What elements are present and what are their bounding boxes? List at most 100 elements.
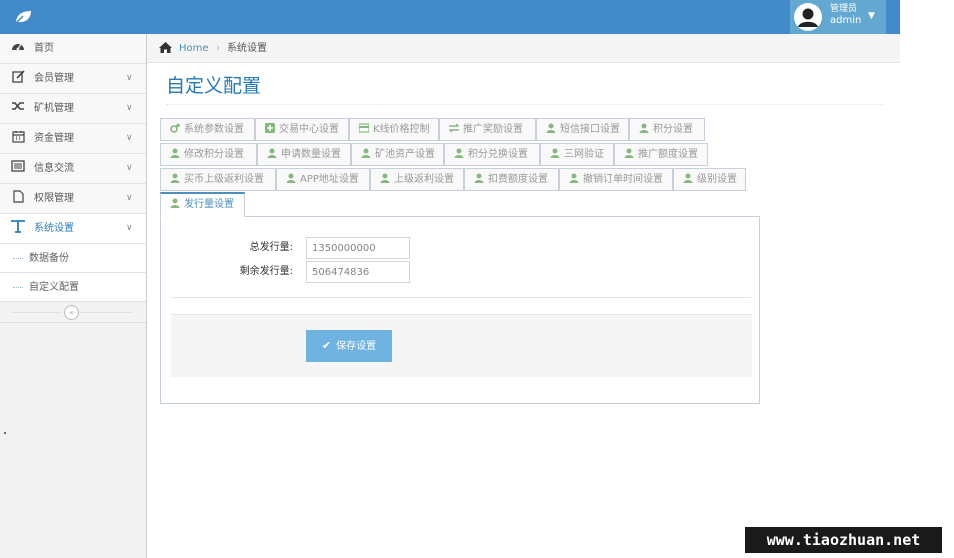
- user-icon: [170, 198, 180, 208]
- cogs-icon: [170, 123, 180, 133]
- sidebar-collapse-row: «: [0, 302, 146, 323]
- sidebar-item-messages[interactable]: 信息交流 ∨: [0, 154, 146, 184]
- tab-pool-assets[interactable]: 矿池资产设置: [351, 143, 444, 166]
- total-issuance-label: 总发行量:: [249, 242, 293, 253]
- user-icon: [639, 123, 649, 133]
- user-icon: [624, 148, 634, 158]
- tab-level[interactable]: 级别设置: [673, 168, 746, 191]
- breadcrumb-current: 系统设置: [227, 43, 267, 54]
- avatar-icon: [794, 3, 822, 31]
- user-icon: [380, 173, 390, 183]
- tab-label: 短信接口设置: [560, 124, 620, 135]
- tab-label: 申请数量设置: [281, 149, 341, 160]
- tree-connector: [13, 287, 23, 288]
- stray-dot: [4, 432, 6, 434]
- tab-label: 买币上级返利设置: [184, 174, 264, 185]
- dashboard-icon: [10, 40, 26, 56]
- total-issuance-input[interactable]: [306, 237, 410, 259]
- sidebar-item-home[interactable]: 首页: [0, 34, 146, 64]
- sidebar-subitem-backup[interactable]: 数据备份: [0, 244, 146, 273]
- tab-label: 积分兑换设置: [468, 149, 528, 160]
- credit-card-icon: [359, 123, 369, 133]
- user-menu[interactable]: 管理员 admin ▼: [790, 0, 886, 34]
- user-icon: [683, 173, 693, 183]
- tab-buy-rebate[interactable]: 买币上级返利设置: [160, 168, 276, 191]
- sidebar-item-members[interactable]: 会员管理 ∨: [0, 64, 146, 94]
- tab-label: 撤销订单时间设置: [583, 174, 663, 185]
- sidebar: 首页 会员管理 ∨ 矿机管理 ∨ 资金管理 ∨ 信息交流 ∨ 权限管理 ∨ 系统…: [0, 34, 147, 558]
- sidebar-item-system-settings[interactable]: 系统设置 ∨: [0, 214, 146, 244]
- title-divider: [166, 104, 884, 105]
- sidebar-item-label: 首页: [34, 43, 54, 54]
- breadcrumb-separator: ›: [216, 41, 221, 54]
- tab-issuance[interactable]: 发行量设置: [160, 192, 245, 217]
- tab-apply-quantity[interactable]: 申请数量设置: [257, 143, 351, 166]
- tab-label: 发行量设置: [184, 199, 234, 210]
- tab-label: 三网验证: [564, 149, 604, 160]
- save-settings-button[interactable]: ✔ 保存设置: [306, 330, 392, 362]
- breadcrumb-home-link[interactable]: Home: [179, 42, 209, 55]
- form-actions: ✔ 保存设置: [171, 314, 752, 377]
- exchange-icon: [449, 123, 459, 133]
- tab-label: 系统参数设置: [184, 124, 244, 135]
- tab-points[interactable]: 积分设置: [629, 118, 705, 141]
- form-divider: [171, 297, 751, 298]
- sidebar-collapse-button[interactable]: «: [64, 305, 79, 320]
- check-icon: ✔: [321, 339, 332, 352]
- chevron-down-icon: ∨: [126, 163, 133, 173]
- sidebar-item-label: 矿机管理: [34, 103, 74, 114]
- tab-label: 推广额度设置: [638, 149, 698, 160]
- tab-edit-points[interactable]: 修改积分设置: [160, 143, 257, 166]
- divider: [12, 312, 62, 313]
- tab-label: 级别设置: [697, 174, 737, 185]
- leaf-logo-icon[interactable]: [14, 9, 32, 25]
- chevron-down-icon: ∨: [126, 193, 133, 203]
- user-icon: [267, 148, 277, 158]
- tab-promo-reward[interactable]: 推广奖励设置: [439, 118, 536, 141]
- sidebar-item-label: 权限管理: [34, 193, 74, 204]
- tab-system-params[interactable]: 系统参数设置: [160, 118, 255, 141]
- sidebar-item-label: 资金管理: [34, 133, 74, 144]
- divider: [80, 312, 132, 313]
- tab-panel-issuance: 总发行量: 剩余发行量: ✔ 保存设置: [160, 216, 760, 404]
- tree-connector: [13, 258, 23, 259]
- user-icon: [170, 148, 180, 158]
- file-icon: [10, 190, 26, 206]
- sidebar-item-funds[interactable]: 资金管理 ∨: [0, 124, 146, 154]
- tab-deduct-quota[interactable]: 扣费额度设置: [464, 168, 559, 191]
- remaining-issuance-input[interactable]: [306, 261, 410, 283]
- tab-kline-price[interactable]: K线价格控制: [349, 118, 439, 141]
- tab-label: 积分设置: [653, 124, 693, 135]
- sidebar-item-miners[interactable]: 矿机管理 ∨: [0, 94, 146, 124]
- chevron-down-icon: ∨: [126, 73, 133, 83]
- tab-app-url[interactable]: APP地址设置: [276, 168, 370, 191]
- chevron-down-icon: ∨: [126, 223, 133, 233]
- tab-label: K线价格控制: [373, 124, 430, 135]
- tab-label: 上级返利设置: [394, 174, 454, 185]
- page-title: 自定义配置: [166, 75, 262, 97]
- tab-cancel-order-time[interactable]: 撤销订单时间设置: [559, 168, 673, 191]
- shuffle-icon: [10, 100, 26, 116]
- tab-trading-center[interactable]: 交易中心设置: [255, 118, 349, 141]
- user-icon: [286, 173, 296, 183]
- user-icon: [569, 173, 579, 183]
- tab-points-exchange[interactable]: 积分兑换设置: [444, 143, 540, 166]
- text-icon: [10, 220, 26, 236]
- tab-parent-rebate[interactable]: 上级返利设置: [370, 168, 464, 191]
- user-icon: [546, 123, 556, 133]
- tab-label: 交易中心设置: [279, 124, 339, 135]
- home-icon: [159, 42, 172, 53]
- tab-label: 矿池资产设置: [375, 149, 435, 160]
- save-settings-label: 保存设置: [336, 341, 377, 352]
- user-icon: [170, 173, 180, 183]
- sidebar-item-permissions[interactable]: 权限管理 ∨: [0, 184, 146, 214]
- caret-down-icon: ▼: [868, 11, 875, 21]
- chevron-down-icon: ∨: [126, 133, 133, 143]
- tab-label: 推广奖励设置: [463, 124, 523, 135]
- tab-three-network[interactable]: 三网验证: [540, 143, 614, 166]
- plus-square-icon: [265, 123, 275, 133]
- tab-promo-quota[interactable]: 推广额度设置: [614, 143, 708, 166]
- user-name: admin: [830, 15, 862, 26]
- tab-sms-api[interactable]: 短信接口设置: [536, 118, 629, 141]
- sidebar-subitem-custom-config[interactable]: 自定义配置: [0, 273, 146, 302]
